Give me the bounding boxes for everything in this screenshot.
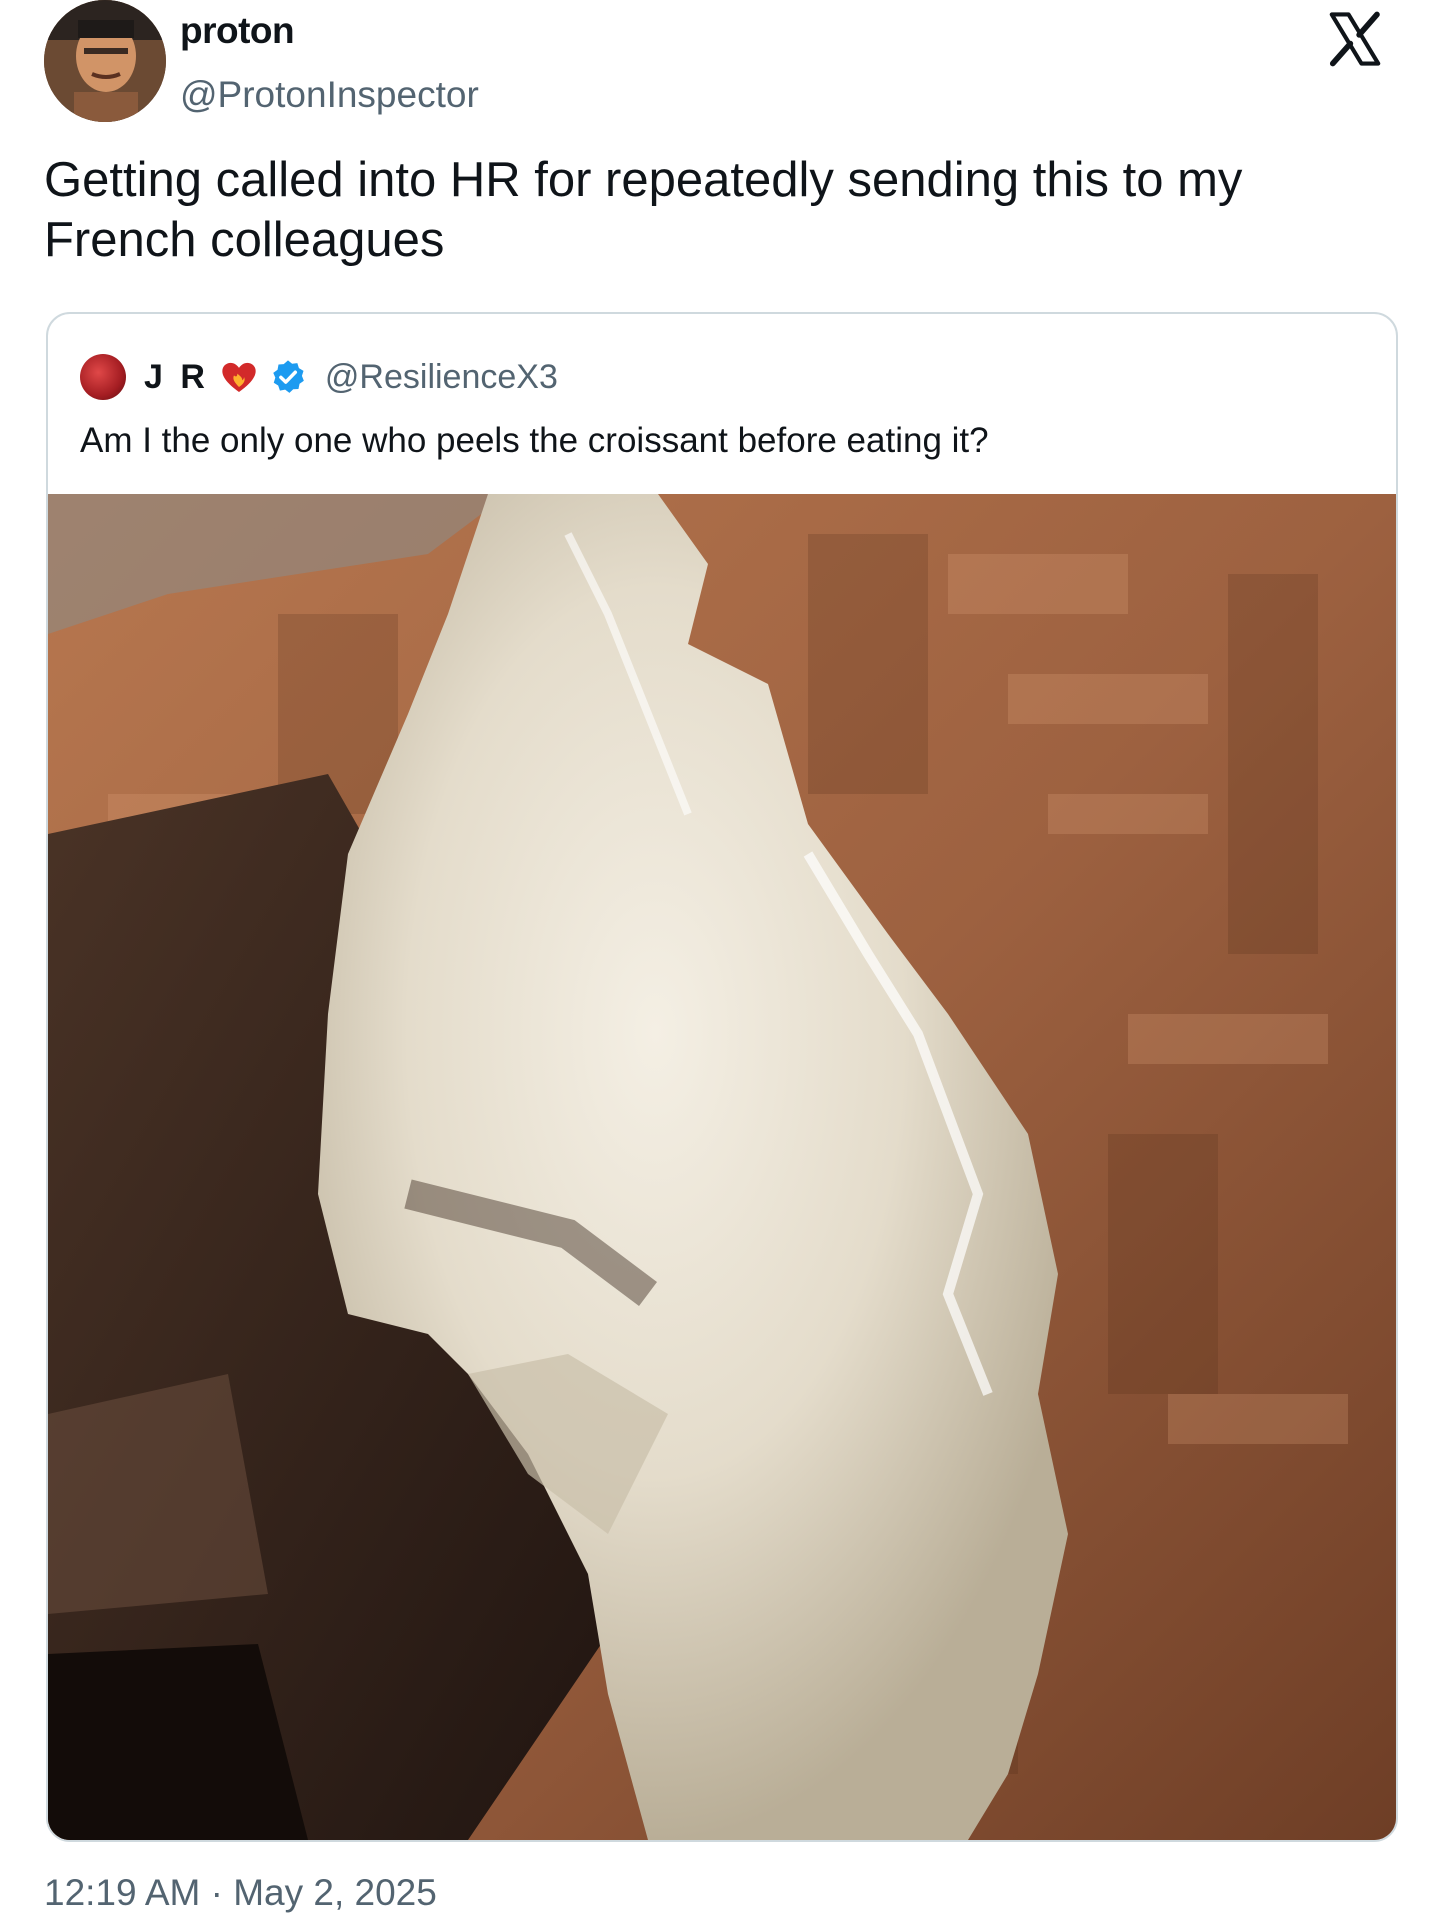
author-names: proton @ProtonInspector — [180, 6, 479, 120]
quoted-tweet[interactable]: J R @ResilienceX3 Am I the only one who … — [46, 312, 1398, 1842]
verified-badge-icon — [269, 358, 307, 396]
x-logo-icon[interactable] — [1324, 8, 1386, 70]
quoted-header: J R @ResilienceX3 — [80, 352, 558, 402]
photo-peeled-croissant-icon — [48, 494, 1396, 1840]
tweet-card: proton @ProtonInspector Getting called i… — [0, 0, 1440, 1920]
tweet-timestamp[interactable]: 12:19 AM · May 2, 2025 — [44, 1868, 437, 1918]
burning-heart-emoji-icon — [219, 357, 259, 397]
quoted-text: Am I the only one who peels the croissan… — [80, 421, 989, 460]
quoted-avatar[interactable] — [80, 354, 126, 400]
tweet-header: proton @ProtonInspector — [44, 0, 1396, 130]
quoted-display-name[interactable]: J R — [144, 358, 209, 397]
author-handle[interactable]: @ProtonInspector — [180, 70, 479, 120]
tweet-text: Getting called into HR for repeatedly se… — [44, 153, 1243, 267]
quoted-media-photo[interactable] — [48, 494, 1396, 1840]
portrait-avatar-icon — [44, 0, 166, 122]
author-display-name[interactable]: proton — [180, 6, 479, 56]
quoted-handle[interactable]: @ResilienceX3 — [325, 358, 558, 397]
author-avatar[interactable] — [44, 0, 166, 122]
